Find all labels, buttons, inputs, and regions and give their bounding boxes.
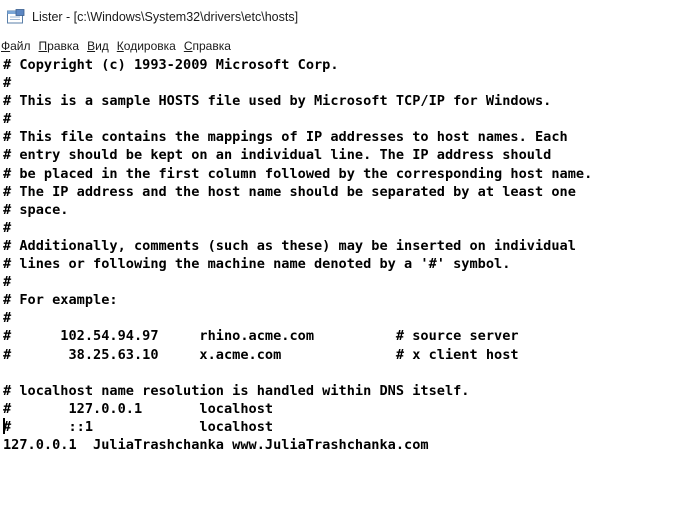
lister-app-icon (7, 9, 25, 24)
menu-label-rest: правка (192, 39, 231, 53)
text-line: # 102.54.94.97 rhino.acme.com # source s… (3, 328, 519, 345)
text-line: # Additionally, comments (such as these)… (3, 237, 576, 254)
menu-label-rest: ид (95, 39, 109, 53)
text-line: # 38.25.63.10 x.acme.com # x client host (3, 346, 519, 363)
text-line: # 127.0.0.1 localhost (3, 400, 274, 417)
text-line: 127.0.0.1 JuliaTrashchanka www.JuliaTras… (3, 436, 429, 453)
menu-hotkey-letter: К (116, 39, 124, 53)
menu-hotkey-letter: В (87, 39, 96, 53)
menu-help[interactable]: Справка (180, 39, 235, 53)
menu-hotkey-letter: П (38, 39, 48, 53)
text-line: # entry should be kept on an individual … (3, 147, 552, 164)
title-bar[interactable]: Lister - [c:\Windows\System32\drivers\et… (0, 0, 694, 34)
text-line: # Copyright (c) 1993-2009 Microsoft Corp… (3, 57, 339, 73)
text-line: # (3, 111, 12, 128)
menu-hotkey-letter: Ф (1, 39, 11, 53)
text-line: # space. (3, 201, 69, 218)
text-line: # ::1 localhost (3, 418, 274, 435)
menu-label-rest: айл (10, 39, 31, 53)
text-line: # (3, 274, 12, 291)
text-line: # localhost name resolution is handled w… (3, 382, 470, 399)
text-caret (3, 418, 5, 434)
text-line: # The IP address and the host name shoul… (3, 183, 576, 200)
menu-encoding[interactable]: Кодировка (113, 39, 180, 53)
menu-hotkey-letter: С (183, 39, 193, 53)
text-line (3, 364, 592, 382)
menu-edit[interactable]: Правка (35, 39, 84, 53)
text-line: # This file contains the mappings of IP … (3, 129, 568, 146)
menu-label-rest: равка (47, 39, 80, 53)
menu-label-rest: одировка (123, 39, 176, 53)
text-line: # (3, 75, 12, 92)
text-line: # lines or following the machine name de… (3, 256, 511, 273)
text-line: # (3, 310, 12, 327)
text-line: # be placed in the first column followed… (3, 165, 593, 182)
menu-bar: Файл Правка Вид Кодировка Справка (0, 36, 694, 56)
text-line: # For example: (3, 292, 118, 309)
text-line: # (3, 219, 12, 236)
menu-view[interactable]: Вид (83, 39, 113, 53)
lister-window: Lister - [c:\Windows\System32\drivers\et… (0, 0, 694, 518)
window-title: Lister - [c:\Windows\System32\drivers\et… (32, 10, 299, 24)
file-content-view[interactable]: # Copyright (c) 1993-2009 Microsoft Corp… (0, 56, 694, 518)
menu-file[interactable]: Файл (0, 39, 35, 53)
text-line: # This is a sample HOSTS file used by Mi… (3, 93, 552, 110)
file-lines: # Copyright (c) 1993-2009 Microsoft Corp… (3, 56, 592, 454)
